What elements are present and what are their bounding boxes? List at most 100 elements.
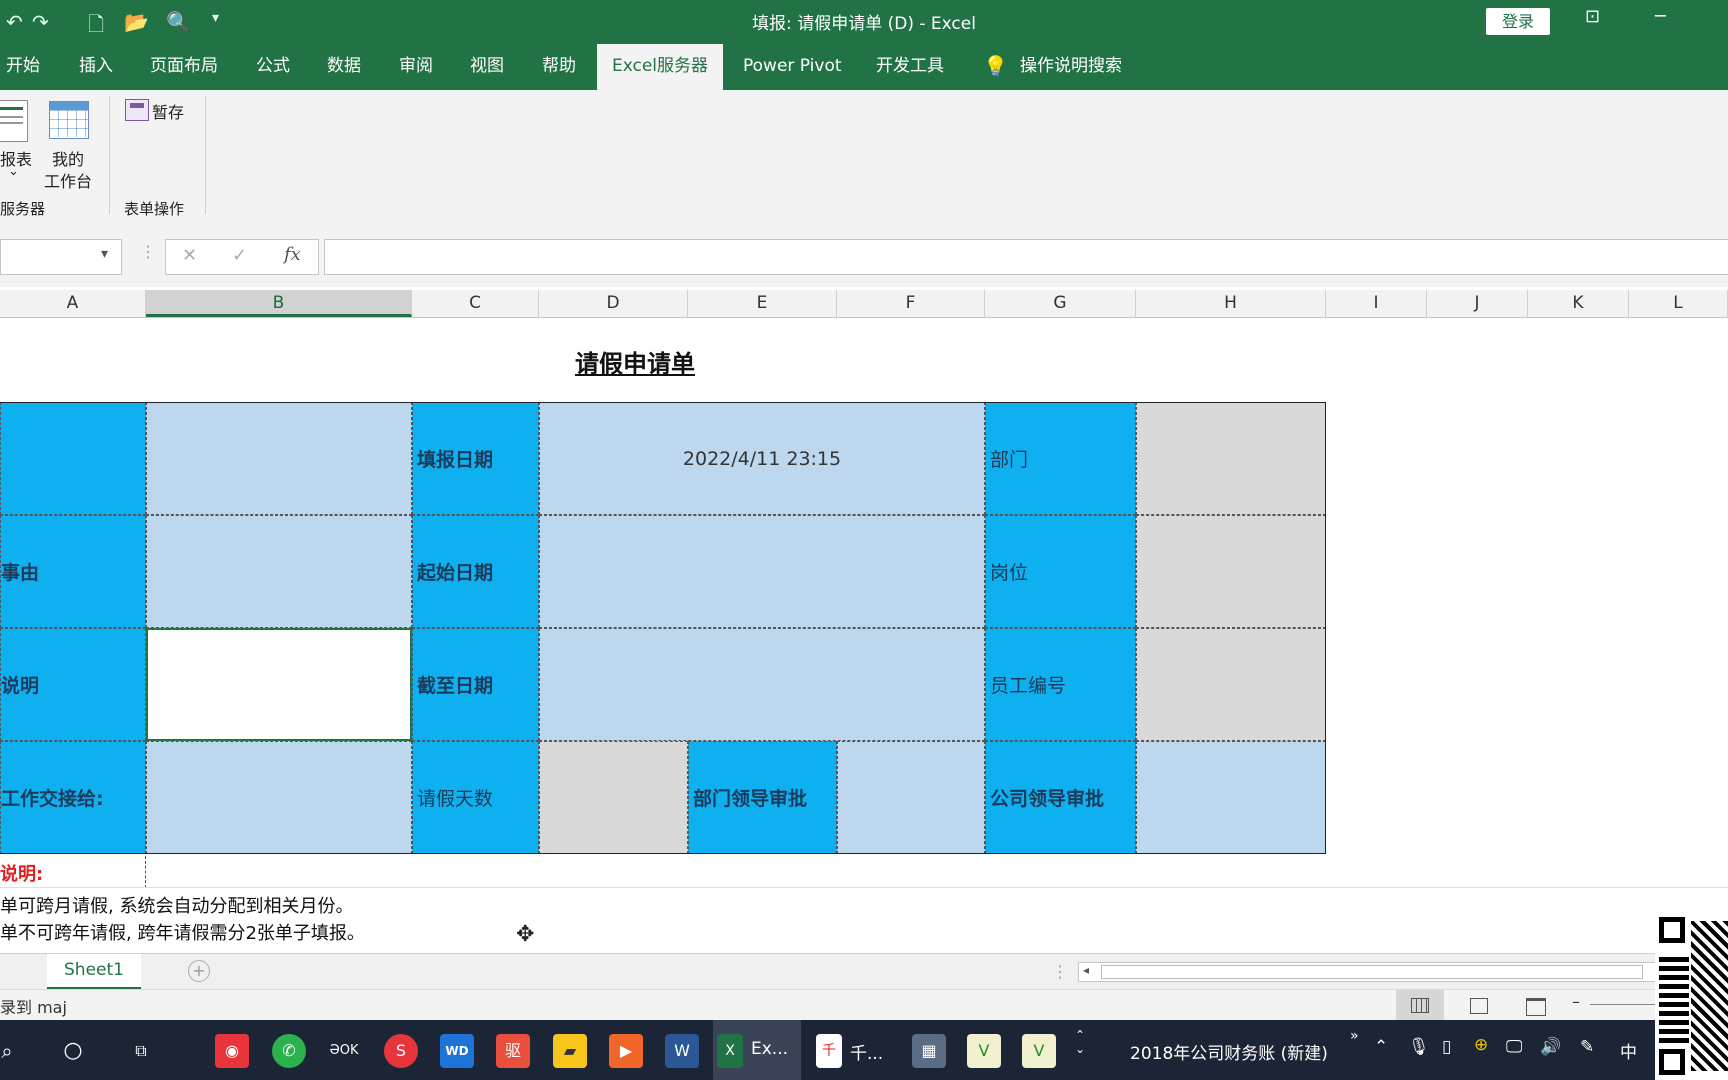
app-icon-s[interactable]: S bbox=[384, 1034, 418, 1068]
formula-bar: ▾ ⋮ ✕ ✓ fx bbox=[0, 222, 1728, 287]
workbench-label-2[interactable]: 工作台 bbox=[44, 168, 92, 192]
emp-no-value[interactable] bbox=[1136, 628, 1326, 741]
horizontal-scrollbar[interactable]: ◂ bbox=[1078, 962, 1657, 982]
column-header-a[interactable]: A bbox=[0, 290, 146, 317]
app-icon-wd[interactable]: WD bbox=[440, 1034, 474, 1068]
name-box[interactable]: ▾ bbox=[0, 239, 122, 275]
tab-home[interactable]: 开始 bbox=[6, 44, 40, 90]
formula-input[interactable] bbox=[324, 239, 1728, 275]
ime-indicator[interactable]: 中 bbox=[1620, 1038, 1637, 1063]
task-view-icon[interactable]: ⧉ bbox=[124, 1034, 158, 1068]
minimize-button[interactable]: ─ bbox=[1655, 6, 1666, 27]
column-header-c[interactable]: C bbox=[412, 290, 539, 317]
search-icon[interactable]: ⌕ bbox=[0, 1034, 24, 1068]
calculator-icon[interactable]: ▦ bbox=[912, 1034, 946, 1068]
scrollbar-thumb[interactable] bbox=[1101, 965, 1643, 979]
column-header-d[interactable]: D bbox=[539, 290, 688, 317]
tab-page-layout[interactable]: 页面布局 bbox=[150, 44, 218, 90]
column-header-k[interactable]: K bbox=[1528, 290, 1629, 317]
company-approve-field[interactable] bbox=[1136, 741, 1326, 854]
workbench-label-1[interactable]: 我的 bbox=[52, 146, 84, 170]
row-gridline bbox=[0, 887, 1728, 888]
tab-excel-server[interactable]: Excel服务器 bbox=[597, 44, 723, 90]
sheet-tab-sheet1[interactable]: Sheet1 bbox=[47, 954, 141, 990]
usb-icon[interactable]: ▯ bbox=[1442, 1037, 1451, 1057]
word-icon[interactable]: W bbox=[665, 1034, 699, 1068]
dept-approve-field[interactable] bbox=[837, 741, 985, 854]
cancel-icon[interactable]: ✕ bbox=[182, 245, 197, 266]
zoom-out-icon[interactable]: – bbox=[1572, 992, 1580, 1011]
column-header-j[interactable]: J bbox=[1427, 290, 1528, 317]
confirm-icon[interactable]: ✓ bbox=[232, 245, 247, 266]
ribbon-separator bbox=[205, 96, 206, 214]
sticky-notes-icon[interactable]: ▰ bbox=[553, 1034, 587, 1068]
column-header-f[interactable]: F bbox=[837, 290, 985, 317]
normal-view-icon[interactable] bbox=[1396, 990, 1444, 1020]
tab-power-pivot[interactable]: Power Pivot bbox=[743, 44, 842, 90]
start-date-field[interactable] bbox=[539, 515, 985, 628]
app-icon-eok[interactable]: ƏOK bbox=[327, 1034, 361, 1068]
ribbon-display-icon[interactable]: ⊡ bbox=[1585, 6, 1600, 27]
notes-heading: 说明: bbox=[0, 864, 44, 885]
insert-function-icon[interactable]: fx bbox=[284, 244, 301, 265]
volume-icon[interactable]: 🔊 bbox=[1540, 1037, 1561, 1057]
desc-field-selected[interactable] bbox=[146, 628, 412, 741]
zoom-slider[interactable] bbox=[1590, 1004, 1655, 1005]
tray-toolbar-text[interactable]: 2018年公司财务账 (新建) bbox=[1130, 1039, 1328, 1064]
add-sheet-icon[interactable]: + bbox=[188, 960, 210, 982]
column-header-h[interactable]: H bbox=[1136, 290, 1326, 317]
window-title: 填报: 请假申请单 (D) - Excel bbox=[752, 14, 976, 34]
tray-app-icon[interactable]: ⊕ bbox=[1474, 1035, 1488, 1055]
taskbar-excel-item[interactable]: X Ex... bbox=[713, 1020, 801, 1080]
app-icon-v1[interactable]: V bbox=[967, 1034, 1001, 1068]
end-date-label: 截至日期 bbox=[412, 628, 539, 741]
app-icon-v2[interactable]: V bbox=[1022, 1034, 1056, 1068]
excel-taskbar-label: Ex... bbox=[751, 1039, 789, 1059]
network-icon[interactable]: 🖵 bbox=[1506, 1037, 1522, 1057]
column-header-l[interactable]: L bbox=[1629, 290, 1728, 317]
tab-insert[interactable]: 插入 bbox=[79, 44, 113, 90]
fill-date-value[interactable]: 2022/4/11 23:15 bbox=[539, 402, 985, 515]
column-header-e[interactable]: E bbox=[688, 290, 837, 317]
toolbar-overflow-icon[interactable]: » bbox=[1350, 1028, 1359, 1044]
app-icon-1[interactable]: ◉ bbox=[215, 1034, 249, 1068]
tab-help[interactable]: 帮助 bbox=[542, 44, 576, 90]
days-value[interactable] bbox=[539, 741, 688, 854]
column-header-b[interactable]: B bbox=[146, 290, 412, 317]
dept-value[interactable] bbox=[1136, 402, 1326, 515]
cortana-icon[interactable]: ○ bbox=[56, 1034, 90, 1068]
handover-field[interactable] bbox=[146, 741, 412, 854]
tray-expand-icon[interactable]: ⌃ bbox=[1374, 1037, 1388, 1057]
app-icon-orange[interactable]: ▶ bbox=[609, 1034, 643, 1068]
report-icon[interactable] bbox=[0, 100, 28, 142]
save-draft-icon[interactable] bbox=[125, 99, 149, 121]
tab-developer[interactable]: 开发工具 bbox=[876, 44, 944, 90]
name-box-dropdown-icon[interactable]: ▾ bbox=[101, 246, 108, 262]
tell-me-search[interactable]: 操作说明搜索 bbox=[1020, 44, 1122, 90]
reason-field[interactable] bbox=[146, 515, 412, 628]
taskbar-app-item[interactable]: 千 千... bbox=[812, 1020, 896, 1080]
tab-review[interactable]: 审阅 bbox=[399, 44, 433, 90]
tab-view[interactable]: 视图 bbox=[470, 44, 504, 90]
page-break-view-icon[interactable] bbox=[1526, 998, 1546, 1016]
scroll-left-icon[interactable]: ◂ bbox=[1083, 963, 1089, 977]
tab-formulas[interactable]: 公式 bbox=[256, 44, 290, 90]
app-icon-red[interactable]: 驱 bbox=[496, 1034, 530, 1068]
column-header-i[interactable]: I bbox=[1326, 290, 1427, 317]
microphone-icon[interactable]: 🎙 bbox=[1408, 1037, 1430, 1057]
applicant-field[interactable] bbox=[146, 402, 412, 515]
end-date-field[interactable] bbox=[539, 628, 985, 741]
cell-a-row1[interactable] bbox=[0, 402, 146, 515]
page-layout-view-icon[interactable] bbox=[1470, 998, 1488, 1014]
pen-icon[interactable]: ✎ bbox=[1580, 1037, 1594, 1057]
workbench-icon[interactable] bbox=[49, 101, 89, 139]
column-header-g[interactable]: G bbox=[985, 290, 1136, 317]
note-line-1: 单可跨月请假, 系统会自动分配到相关月份。 bbox=[0, 896, 354, 917]
tab-data[interactable]: 数据 bbox=[327, 44, 361, 90]
position-value[interactable] bbox=[1136, 515, 1326, 628]
taskbar-scroll-icon[interactable]: ⌃ ⌄ bbox=[1075, 1028, 1085, 1056]
wechat-icon[interactable]: ✆ bbox=[272, 1034, 306, 1068]
save-draft-button[interactable]: 暂存 bbox=[152, 99, 184, 123]
login-button[interactable]: 登录 bbox=[1486, 8, 1550, 35]
report-dropdown-arrow[interactable]: ⌄ bbox=[8, 164, 19, 179]
